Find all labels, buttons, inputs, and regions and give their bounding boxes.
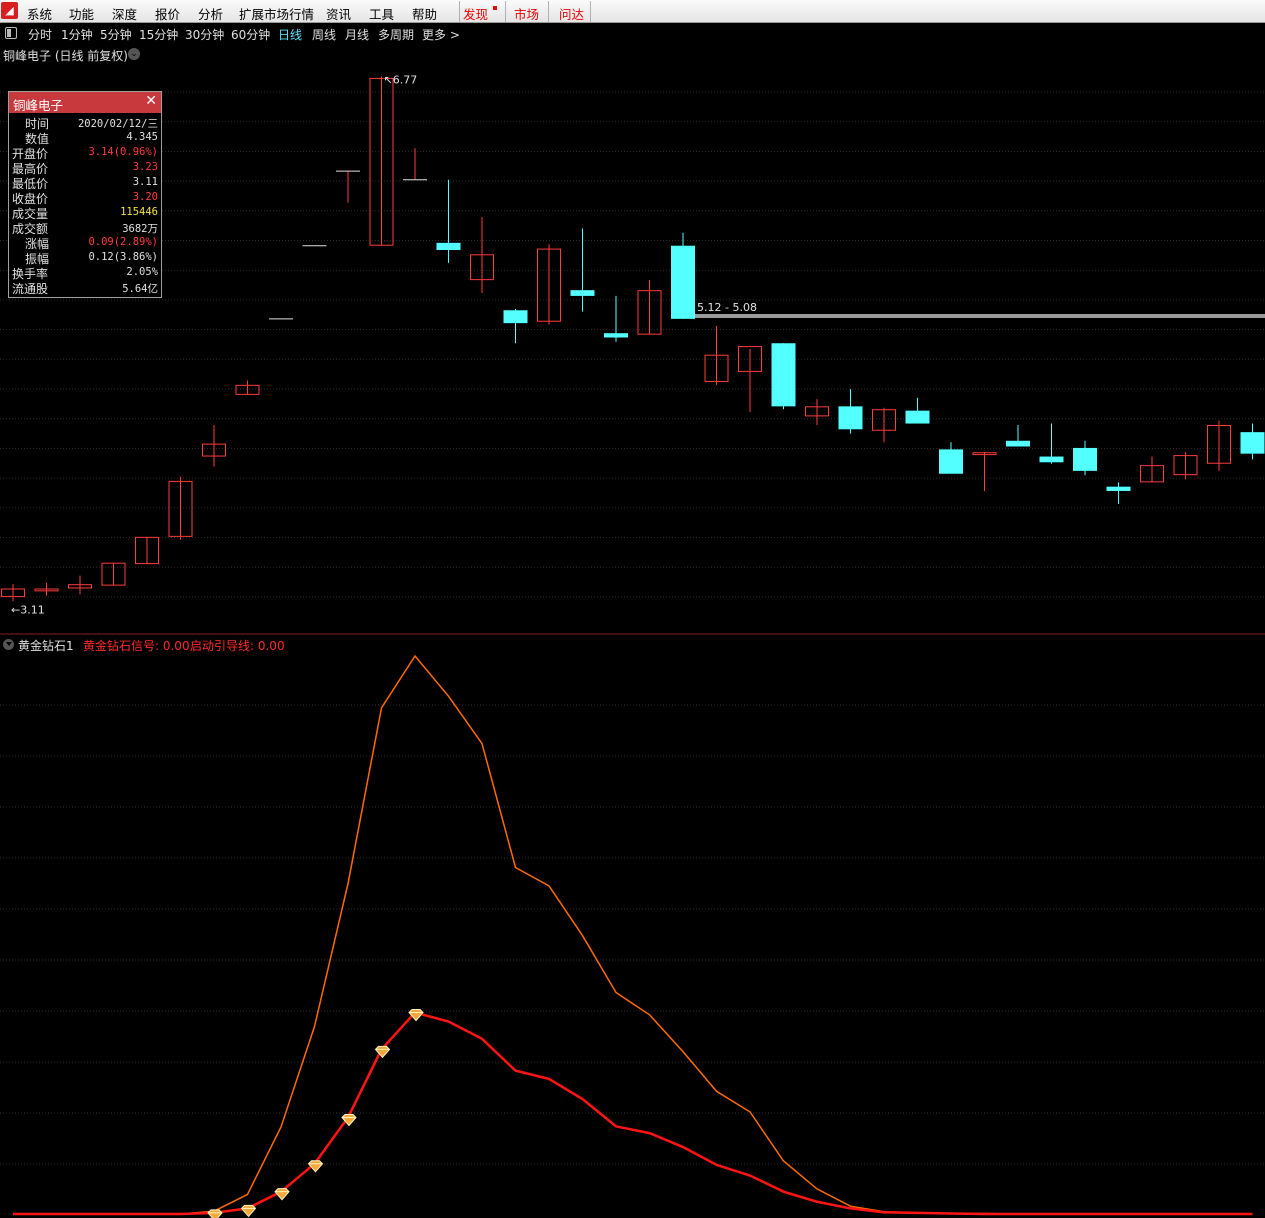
chart-area[interactable]: 5.12 - 5.08 ↖6.77 ←3.11 bbox=[0, 44, 1265, 1218]
candle-body bbox=[436, 242, 461, 251]
menu-separator bbox=[505, 1, 506, 22]
tab-weekly[interactable]: 周线 bbox=[312, 26, 336, 43]
menu-quote[interactable]: 报价 bbox=[155, 4, 180, 23]
candle-body bbox=[939, 449, 963, 474]
menu-analysis[interactable]: 分析 bbox=[198, 4, 223, 23]
info-value: 3.23 bbox=[132, 161, 158, 173]
menu-separator bbox=[459, 1, 460, 22]
candle-body bbox=[604, 333, 628, 338]
menu-separator bbox=[548, 1, 549, 22]
candle-body bbox=[838, 406, 863, 430]
panel-toggle-icon[interactable] bbox=[5, 27, 17, 39]
diamond-icon bbox=[408, 1009, 424, 1022]
info-row: 成交额 3682万 bbox=[9, 220, 161, 236]
stock-title: 铜峰电子 (日线 前复权) bbox=[3, 49, 128, 63]
tab-daily[interactable]: 日线 bbox=[278, 26, 302, 43]
tab-60min[interactable]: 60分钟 bbox=[231, 26, 270, 43]
info-stock-name: 铜峰电子 bbox=[13, 98, 64, 113]
indicator-name[interactable]: 黄金钻石1 bbox=[18, 637, 74, 654]
candle-body bbox=[1073, 447, 1097, 471]
notification-dot-icon bbox=[493, 6, 497, 10]
guide-value-label: 启动引导线: 0.00 bbox=[190, 639, 285, 653]
tab-fenshi[interactable]: 分时 bbox=[28, 26, 52, 43]
info-row: 振幅 0.12(3.86%) bbox=[9, 250, 161, 266]
quote-info-panel: 铜峰电子 ✕ 时间 2020/02/12/三 数值 4.345 开盘价 3.14(0.96… bbox=[8, 91, 162, 298]
menu-system[interactable]: 系统 bbox=[27, 4, 52, 23]
collapse-icon[interactable] bbox=[3, 639, 14, 650]
chevron-down-icon[interactable]: ⌄ bbox=[128, 48, 140, 60]
menu-separator bbox=[590, 1, 591, 22]
info-value: 2.05% bbox=[126, 266, 158, 278]
info-value: 5.64亿 bbox=[122, 283, 158, 295]
info-row: 涨幅 0.09(2.89%) bbox=[9, 235, 161, 251]
range-label: 5.12 - 5.08 bbox=[697, 301, 757, 314]
candle-body bbox=[1039, 456, 1064, 463]
candle-body bbox=[570, 290, 595, 296]
candle-body bbox=[671, 245, 695, 319]
info-row: 流通股 5.64亿 bbox=[9, 280, 161, 296]
info-row: 时间 2020/02/12/三 bbox=[9, 115, 161, 131]
info-row: 成交量 115446 bbox=[9, 205, 161, 221]
tab-30min[interactable]: 30分钟 bbox=[185, 26, 224, 43]
candle-body bbox=[905, 410, 930, 424]
signal-value-label: 黄金钻石信号: 0.00 bbox=[83, 639, 190, 653]
candle-body bbox=[1240, 432, 1265, 454]
tab-15min[interactable]: 15分钟 bbox=[139, 26, 178, 43]
menu-help[interactable]: 帮助 bbox=[412, 4, 437, 23]
menu-news[interactable]: 资讯 bbox=[326, 4, 351, 23]
tab-multi-period[interactable]: 多周期 bbox=[378, 26, 414, 43]
tab-1min[interactable]: 1分钟 bbox=[61, 26, 93, 43]
info-value: 3682万 bbox=[122, 223, 158, 235]
app-logo-icon[interactable]: ◢ bbox=[1, 2, 18, 19]
candle-body bbox=[1006, 440, 1030, 447]
info-value: 3.11 bbox=[132, 176, 158, 188]
info-value: 0.09(2.89%) bbox=[88, 236, 158, 248]
diamond-icon bbox=[207, 1209, 223, 1218]
menu-depth[interactable]: 深度 bbox=[112, 4, 137, 23]
info-value: 115446 bbox=[120, 206, 158, 218]
close-icon[interactable]: ✕ bbox=[145, 93, 157, 109]
info-row: 数值 4.345 bbox=[9, 130, 161, 146]
info-value: 2020/02/12/三 bbox=[77, 118, 158, 130]
tab-monthly[interactable]: 月线 bbox=[345, 26, 369, 43]
diamond-icon bbox=[307, 1160, 324, 1173]
menu-function[interactable]: 功能 bbox=[69, 4, 94, 23]
info-label: 流通股 bbox=[12, 282, 49, 296]
info-row: 最低价 3.11 bbox=[9, 175, 161, 191]
info-value: 4.345 bbox=[126, 131, 158, 143]
info-row: 收盘价 3.20 bbox=[9, 190, 161, 206]
info-value: 3.14(0.96%) bbox=[88, 146, 158, 158]
menu-extended-market[interactable]: 扩展市场行情 bbox=[239, 4, 314, 23]
menu-discover[interactable]: 发现 bbox=[463, 4, 488, 23]
candle-body bbox=[503, 310, 528, 324]
tab-more[interactable]: 更多 > bbox=[422, 26, 460, 43]
info-value: 0.12(3.86%) bbox=[88, 251, 158, 263]
min-price-label: ←3.11 bbox=[11, 603, 45, 616]
info-row: 最高价 3.23 bbox=[9, 160, 161, 176]
period-bar: 分时 1分钟 5分钟 15分钟 30分钟 60分钟 日线 周线 月线 多周期 更… bbox=[0, 24, 1265, 44]
menu-bar: ◢ 系统 功能 深度 报价 分析 扩展市场行情 资讯 工具 帮助 发现 市场 问… bbox=[0, 0, 1265, 23]
menu-tools[interactable]: 工具 bbox=[369, 4, 394, 23]
info-row: 开盘价 3.14(0.96%) bbox=[9, 145, 161, 161]
menu-wenda[interactable]: 问达 bbox=[559, 4, 584, 23]
info-value: 3.20 bbox=[132, 191, 158, 203]
info-row: 换手率 2.05% bbox=[9, 265, 161, 281]
candle-body bbox=[1106, 486, 1131, 491]
diamond-icon bbox=[274, 1188, 290, 1201]
candle-body bbox=[771, 343, 796, 407]
diamond-icon bbox=[240, 1204, 257, 1218]
menu-market[interactable]: 市场 bbox=[514, 4, 539, 23]
tab-5min[interactable]: 5分钟 bbox=[100, 26, 132, 43]
max-price-label: ↖6.77 bbox=[384, 73, 418, 86]
info-panel-header[interactable]: 铜峰电子 ✕ bbox=[9, 92, 161, 113]
